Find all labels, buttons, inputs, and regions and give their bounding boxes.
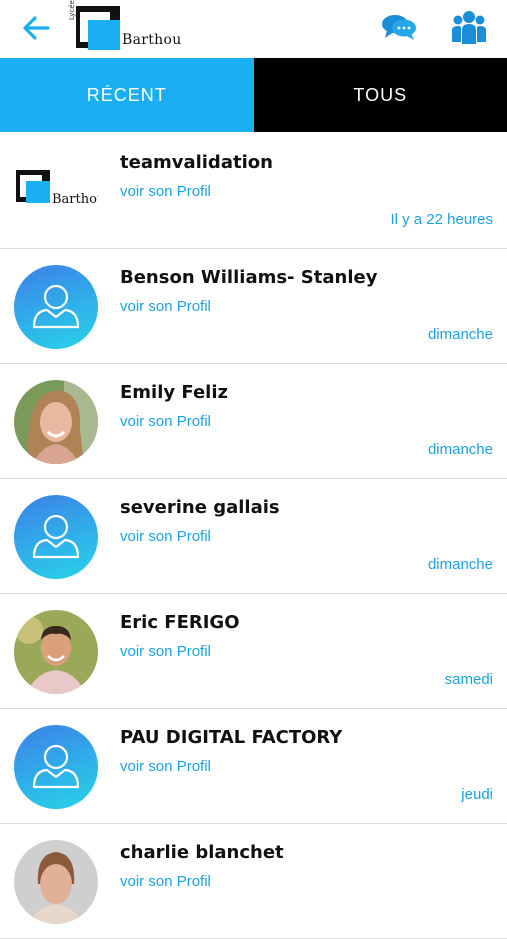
contact-logo-avatar: Barthou bbox=[14, 168, 98, 216]
last-seen-time: dimanche bbox=[428, 556, 493, 573]
chat-bubbles-icon bbox=[381, 12, 417, 42]
group-button[interactable] bbox=[450, 10, 488, 46]
logo-vertical-text: Lycée bbox=[68, 0, 76, 20]
last-seen-time: dimanche bbox=[428, 441, 493, 458]
avatar bbox=[14, 380, 98, 464]
default-user-icon bbox=[14, 725, 98, 809]
last-seen-time: dimanche bbox=[428, 326, 493, 343]
last-seen-time: samedi bbox=[445, 671, 493, 688]
school-logo-icon: Barthou bbox=[14, 168, 98, 216]
group-icon bbox=[450, 10, 488, 46]
tab-recent[interactable]: RÉCENT bbox=[0, 58, 254, 132]
view-profile-link[interactable]: voir son Profil bbox=[120, 643, 211, 660]
view-profile-link[interactable]: voir son Profil bbox=[120, 298, 211, 315]
contact-name: teamvalidation bbox=[120, 152, 273, 173]
view-profile-link[interactable]: voir son Profil bbox=[120, 183, 211, 200]
list-item[interactable]: PAU DIGITAL FACTORY voir son Profil jeud… bbox=[0, 709, 507, 824]
list-item[interactable]: charlie blanchet voir son Profil bbox=[0, 824, 507, 939]
default-user-icon bbox=[14, 495, 98, 579]
avatar bbox=[14, 495, 98, 579]
chat-button[interactable] bbox=[381, 12, 417, 42]
contact-name: charlie blanchet bbox=[120, 842, 284, 863]
list-item[interactable]: Emily Feliz voir son Profil dimanche bbox=[0, 364, 507, 479]
arrow-left-icon bbox=[18, 12, 54, 44]
view-profile-link[interactable]: voir son Profil bbox=[120, 413, 211, 430]
photo-icon bbox=[14, 610, 98, 694]
back-button[interactable] bbox=[18, 12, 54, 44]
contact-name: severine gallais bbox=[120, 497, 280, 518]
view-profile-link[interactable]: voir son Profil bbox=[120, 873, 211, 890]
school-logo: Lycée Barthou bbox=[72, 4, 182, 54]
tab-all[interactable]: TOUS bbox=[254, 58, 507, 132]
photo-icon bbox=[14, 840, 98, 924]
contact-name: Emily Feliz bbox=[120, 382, 228, 403]
view-profile-link[interactable]: voir son Profil bbox=[120, 758, 211, 775]
app-header: Lycée Barthou bbox=[0, 0, 507, 58]
view-profile-link[interactable]: voir son Profil bbox=[120, 528, 211, 545]
list-item[interactable]: Eric FERIGO voir son Profil samedi bbox=[0, 594, 507, 709]
default-user-icon bbox=[14, 265, 98, 349]
avatar bbox=[14, 265, 98, 349]
contact-name: PAU DIGITAL FACTORY bbox=[120, 727, 342, 748]
list-item[interactable]: Barthou teamvalidation voir son Profil I… bbox=[0, 134, 507, 249]
contact-name: Benson Williams- Stanley bbox=[120, 267, 377, 288]
contact-list: Barthou teamvalidation voir son Profil I… bbox=[0, 134, 507, 939]
avatar bbox=[14, 610, 98, 694]
last-seen-time: Il y a 22 heures bbox=[390, 211, 493, 228]
photo-icon bbox=[14, 380, 98, 464]
list-item[interactable]: Benson Williams- Stanley voir son Profil… bbox=[0, 249, 507, 364]
last-seen-time: jeudi bbox=[461, 786, 493, 803]
contact-name: Eric FERIGO bbox=[120, 612, 240, 633]
tab-bar: RÉCENT TOUS bbox=[0, 58, 507, 132]
avatar bbox=[14, 725, 98, 809]
logo-name: Barthou bbox=[122, 32, 182, 48]
avatar bbox=[14, 840, 98, 924]
list-item[interactable]: severine gallais voir son Profil dimanch… bbox=[0, 479, 507, 594]
svg-text:Barthou: Barthou bbox=[52, 192, 98, 207]
